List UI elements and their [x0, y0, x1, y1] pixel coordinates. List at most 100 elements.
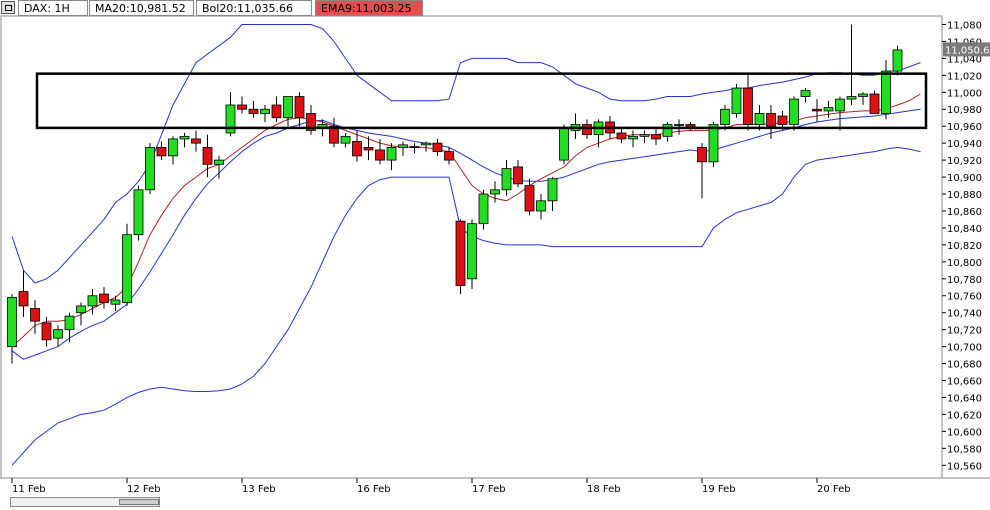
x-tick-label: 19 Feb: [702, 484, 736, 495]
candle-body[interactable]: [122, 234, 132, 303]
candle-body[interactable]: [294, 96, 305, 119]
candle-body[interactable]: [467, 223, 477, 280]
candle-body[interactable]: [674, 124, 684, 126]
candle-body[interactable]: [639, 134, 650, 137]
candle-body[interactable]: [340, 135, 351, 144]
candle-body[interactable]: [616, 132, 627, 140]
candle-body[interactable]: [76, 305, 86, 314]
window-menu-icon[interactable]: [1, 1, 15, 14]
candle-body[interactable]: [536, 200, 546, 212]
candle-body[interactable]: [685, 124, 696, 127]
candle-body[interactable]: [248, 108, 259, 114]
x-tick-label: 18 Feb: [587, 484, 621, 495]
x-tick-label: 17 Feb: [472, 484, 506, 495]
y-tick-label: 10,820: [947, 241, 982, 252]
candle-body[interactable]: [628, 135, 638, 140]
candle-body[interactable]: [766, 113, 776, 127]
candle-body[interactable]: [64, 315, 75, 331]
candle-body[interactable]: [720, 108, 730, 125]
y-tick-label: 10,700: [947, 343, 982, 354]
symbol-label: DAX: 1H: [18, 0, 88, 16]
y-tick-label: 10,840: [947, 224, 982, 235]
candle-body[interactable]: [444, 151, 454, 161]
y-tick-label: 10,780: [947, 275, 982, 286]
candle-body[interactable]: [513, 166, 523, 185]
candle-body[interactable]: [501, 168, 512, 191]
candle-body[interactable]: [87, 295, 98, 307]
candle-body[interactable]: [398, 144, 408, 148]
y-tick-label: 10,960: [947, 122, 982, 133]
candle-body[interactable]: [777, 115, 788, 125]
candle-body[interactable]: [651, 134, 661, 140]
candle-body[interactable]: [421, 142, 431, 146]
candle-body[interactable]: [99, 293, 109, 303]
y-tick-label: 11,080: [947, 20, 982, 31]
y-tick-label: 10,600: [947, 427, 982, 438]
candle-body[interactable]: [547, 178, 558, 202]
candle-body[interactable]: [260, 108, 270, 114]
candle-body[interactable]: [743, 87, 753, 125]
candle-body[interactable]: [800, 90, 811, 97]
candle-body[interactable]: [191, 138, 201, 144]
candle-body[interactable]: [858, 93, 868, 97]
candle-body[interactable]: [846, 96, 857, 100]
candle-body[interactable]: [375, 149, 385, 161]
candle-body[interactable]: [823, 107, 834, 112]
x-tick-label: 16 Feb: [357, 484, 391, 495]
candle-body[interactable]: [697, 146, 707, 163]
candle-body[interactable]: [881, 70, 891, 114]
candle-body[interactable]: [352, 141, 362, 157]
y-tick-label: 10,860: [947, 207, 982, 218]
time-scrollbar[interactable]: [10, 497, 160, 507]
candle-body[interactable]: [283, 96, 293, 119]
candle-body[interactable]: [271, 104, 282, 119]
candle-body[interactable]: [41, 322, 52, 341]
candle-body[interactable]: [156, 146, 167, 157]
scrollbar-thumb[interactable]: [119, 499, 159, 505]
x-tick-label: 11 Feb: [12, 484, 46, 495]
candle-body[interactable]: [835, 98, 845, 112]
candle-body[interactable]: [386, 146, 397, 161]
y-tick-label: 11,020: [947, 71, 982, 82]
y-tick-label: 10,580: [947, 444, 982, 455]
candle-body[interactable]: [53, 329, 63, 339]
candle-body[interactable]: [869, 93, 880, 114]
candle-body[interactable]: [7, 297, 17, 348]
candle-body[interactable]: [812, 108, 822, 112]
candle-body[interactable]: [363, 146, 374, 151]
candle-body[interactable]: [179, 135, 190, 140]
bollinger-indicator-label: Bol20:11,035.66: [196, 0, 312, 16]
candle-body[interactable]: [559, 127, 569, 161]
y-tick-label: 10,620: [947, 410, 982, 421]
x-tick-label: 12 Feb: [127, 484, 161, 495]
candle-body[interactable]: [789, 98, 799, 125]
candle-body[interactable]: [110, 299, 121, 305]
candle-body[interactable]: [490, 189, 500, 195]
candle-body[interactable]: [168, 138, 178, 157]
candle-body[interactable]: [582, 124, 592, 136]
candle-body[interactable]: [731, 87, 742, 114]
ma-indicator-label: MA20:10,981.52: [89, 0, 194, 16]
candle-body[interactable]: [133, 189, 144, 236]
candle-body[interactable]: [708, 124, 719, 163]
candle-body[interactable]: [662, 124, 673, 137]
candle-body[interactable]: [145, 146, 155, 191]
y-tick-label: 10,800: [947, 258, 982, 269]
candle-body[interactable]: [455, 220, 466, 286]
candle-body[interactable]: [754, 113, 765, 125]
y-tick-label: 10,900: [947, 173, 982, 184]
y-tick-label: 10,680: [947, 360, 982, 371]
candle-body[interactable]: [202, 146, 213, 165]
candle-body[interactable]: [409, 146, 420, 148]
candle-body[interactable]: [524, 185, 535, 212]
candle-body[interactable]: [237, 104, 247, 110]
chart-window: 10,560 10,580 10,600 10,620 10,640 10,660 10,6…: [0, 0, 990, 510]
candle-body[interactable]: [432, 142, 443, 153]
candle-body[interactable]: [214, 159, 224, 165]
candle-body[interactable]: [478, 193, 489, 225]
price-chart[interactable]: 10,560 10,580 10,600 10,620 10,640 10,660 10,6…: [0, 0, 990, 510]
candle-body[interactable]: [892, 49, 903, 72]
candle-body[interactable]: [30, 308, 40, 322]
x-tick-label: 13 Feb: [242, 484, 276, 495]
candle-body[interactable]: [18, 291, 29, 307]
